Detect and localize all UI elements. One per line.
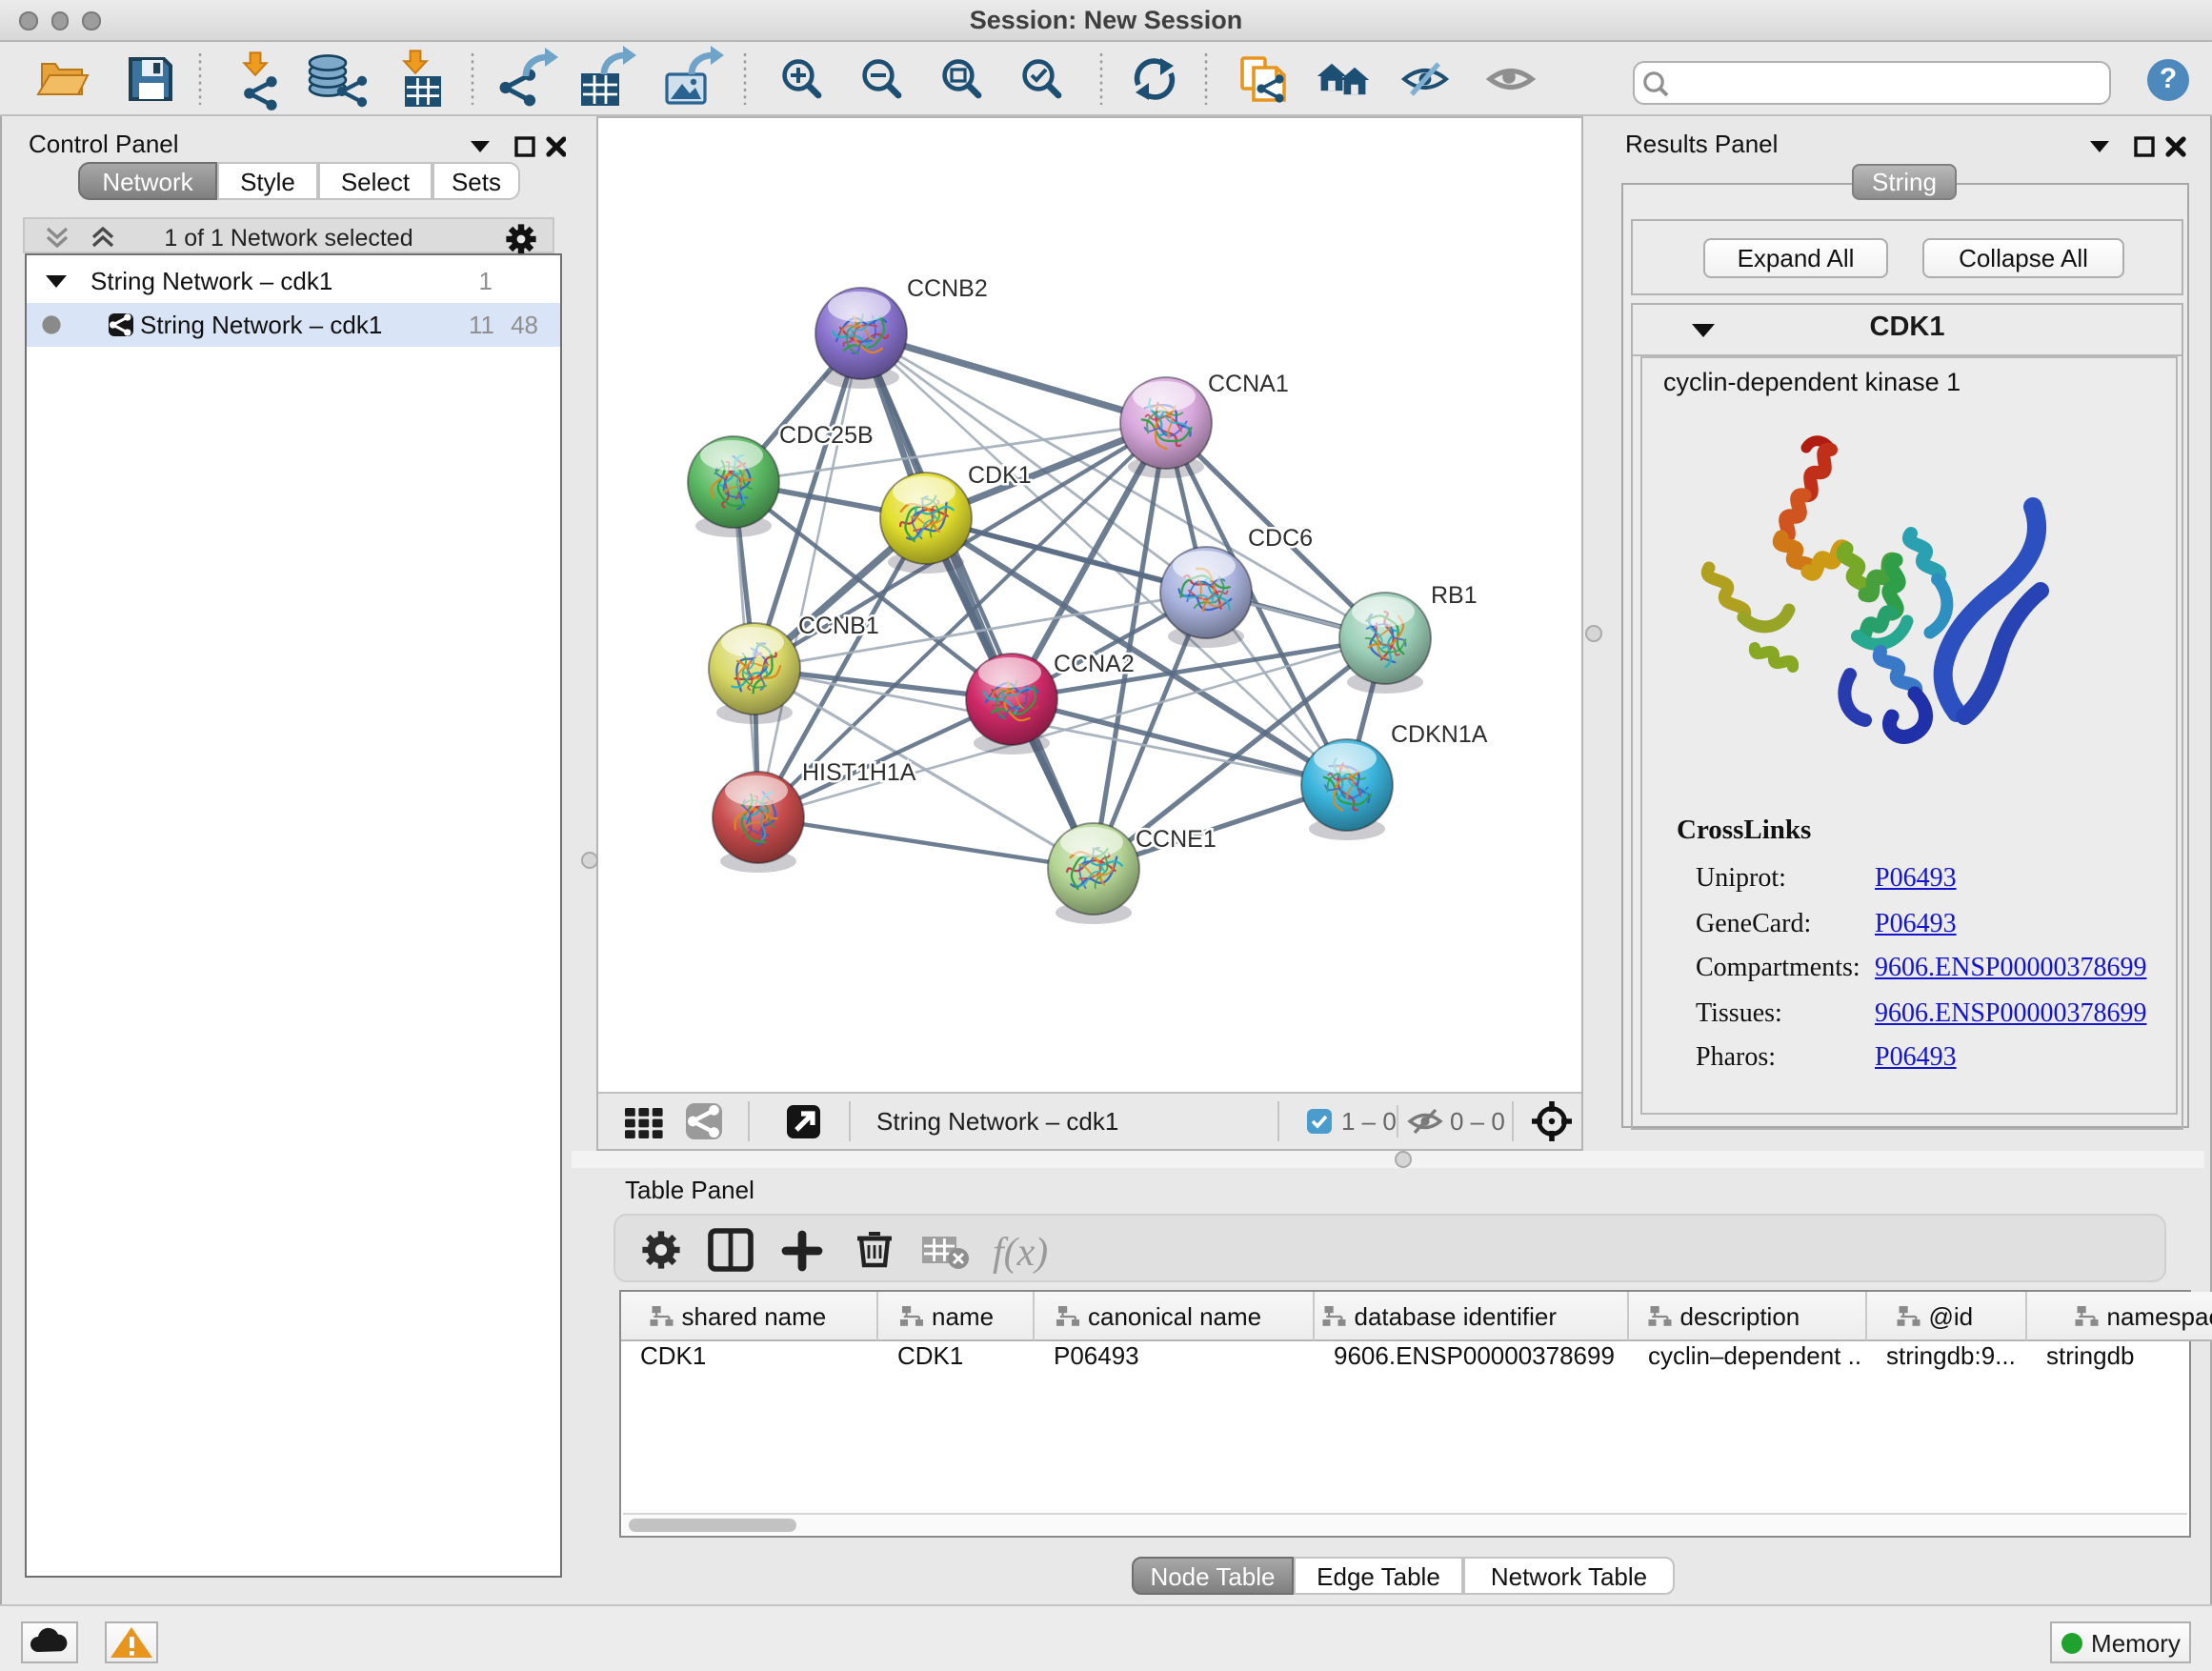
svg-text:CDKN1A: CDKN1A [1391,721,1488,748]
svg-text:CCNB2: CCNB2 [907,275,988,302]
svg-text:f(x): f(x) [993,1231,1048,1275]
svg-text:name: name [932,1302,994,1331]
svg-text:description: description [1680,1302,1800,1331]
svg-text:CCNA1: CCNA1 [1208,371,1289,397]
svg-text:HIST1H1A: HIST1H1A [802,759,916,786]
svg-text:canonical name: canonical name [1088,1302,1261,1331]
svg-text:shared name: shared name [682,1302,827,1331]
svg-text:CCNA2: CCNA2 [1054,651,1135,677]
svg-text:CCNE1: CCNE1 [1136,826,1217,853]
svg-text:namespace: namespace [2107,1302,2212,1331]
svg-text:RB1: RB1 [1431,582,1478,609]
svg-text:CDC6: CDC6 [1248,525,1313,552]
svg-text:CDC25B: CDC25B [779,422,874,449]
svg-text:CCNB1: CCNB1 [798,613,879,639]
svg-text:@id: @id [1929,1302,1974,1331]
svg-text:database identifier: database identifier [1355,1302,1558,1331]
svg-text:CDK1: CDK1 [968,462,1032,489]
